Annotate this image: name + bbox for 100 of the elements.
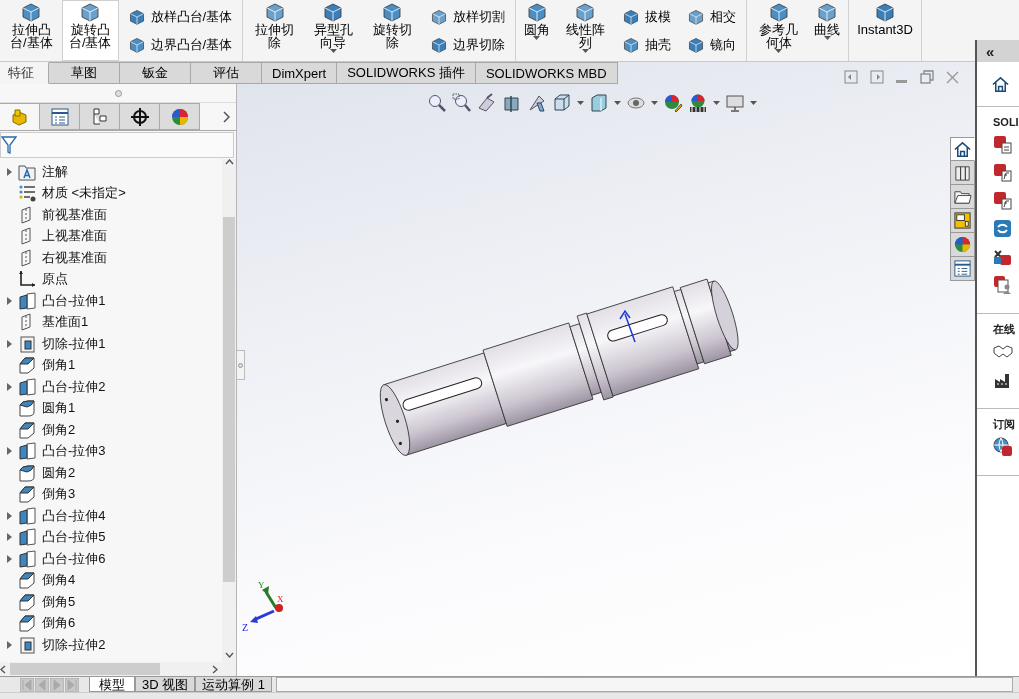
task-pane-tab[interactable] — [950, 137, 975, 161]
ribbon-button[interactable]: 镜向 — [684, 35, 740, 55]
tree-item[interactable]: 切除-拉伸2 — [42, 635, 106, 654]
tools-cube-icon[interactable] — [993, 247, 1013, 267]
restore-icon[interactable] — [920, 70, 934, 84]
tree-item[interactable]: 基准面1 — [42, 313, 89, 332]
appearance-pencil-icon[interactable] — [663, 93, 683, 113]
tile-left-icon[interactable] — [844, 70, 858, 84]
expand-arrow-icon[interactable] — [6, 296, 12, 305]
ribbon-button[interactable]: Instant3D — [852, 0, 918, 61]
command-tab[interactable]: 评估 — [191, 62, 262, 84]
ribbon-button[interactable]: 放样凸台/基体 — [124, 7, 236, 27]
cube-formula-icon[interactable] — [993, 191, 1013, 211]
tree-item[interactable]: 切除-拉伸1 — [42, 334, 106, 353]
caret-icon[interactable] — [577, 101, 584, 105]
tree-item[interactable]: 注解 — [42, 162, 68, 181]
tree-item[interactable]: 凸台-拉伸6 — [42, 549, 106, 568]
scrollbar-thumb[interactable] — [10, 663, 160, 675]
home-icon[interactable] — [991, 74, 1010, 94]
panel-tab[interactable] — [40, 103, 80, 130]
expand-arrow-icon[interactable] — [6, 447, 12, 456]
tree-item[interactable]: 上视基准面 — [42, 227, 107, 246]
tree-item[interactable]: 倒角4 — [42, 571, 76, 590]
tree-item[interactable]: 倒角6 — [42, 614, 76, 633]
chevron-right-icon[interactable] — [223, 110, 230, 123]
command-tab[interactable]: SOLIDWORKS 插件 — [337, 62, 476, 84]
expand-arrow-icon[interactable] — [6, 533, 12, 542]
ribbon-button[interactable]: 相交 — [684, 7, 740, 27]
previous-view-icon[interactable] — [477, 93, 497, 113]
ribbon-button[interactable]: 旋转凸台/基体 — [61, 0, 119, 61]
tree-item[interactable]: 凸台-拉伸1 — [42, 291, 106, 310]
chevron-right-icon[interactable] — [212, 664, 218, 674]
cube-document-icon[interactable] — [993, 135, 1013, 155]
caret-icon[interactable] — [533, 36, 541, 40]
ribbon-button[interactable]: 线性阵列 — [556, 0, 614, 61]
ribbon-button[interactable]: 边界切除 — [426, 35, 508, 55]
tree-item[interactable]: 倒角1 — [42, 356, 76, 375]
ribbon-button[interactable]: 异型孔向导 — [305, 0, 362, 61]
tree-item[interactable]: 圆角1 — [42, 399, 76, 418]
command-tab[interactable]: DimXpert — [262, 62, 338, 84]
globe-cube-icon[interactable] — [993, 437, 1013, 457]
tree-item[interactable]: 前视基准面 — [42, 205, 107, 224]
tree-item[interactable]: 原点 — [42, 270, 68, 289]
caret-icon[interactable] — [581, 49, 589, 53]
task-pane-tab[interactable] — [950, 209, 975, 233]
tree-item[interactable]: 倒角5 — [42, 592, 76, 611]
filter-icon[interactable] — [1, 135, 17, 155]
chevron-down-icon[interactable] — [224, 652, 234, 658]
monitor-icon[interactable] — [725, 93, 745, 113]
ribbon-button[interactable]: 抽壳 — [619, 35, 675, 55]
cube-person-icon[interactable] — [993, 275, 1013, 295]
grip-dot-icon[interactable] — [114, 89, 122, 97]
caret-icon[interactable] — [614, 101, 621, 105]
caret-icon[interactable] — [713, 101, 720, 105]
view-tab[interactable]: 运动算例 1 — [195, 677, 273, 692]
chevron-left-icon[interactable] — [0, 664, 6, 674]
expand-arrow-icon[interactable] — [6, 382, 12, 391]
dynamic-annotation-icon[interactable] — [527, 93, 547, 113]
task-pane-tab[interactable] — [950, 257, 975, 281]
command-tab[interactable]: 钣金 — [120, 62, 191, 84]
tile-right-icon[interactable] — [870, 70, 884, 84]
tree-item[interactable]: 凸台-拉伸4 — [42, 506, 106, 525]
expand-arrow-icon[interactable] — [6, 167, 12, 176]
section-view-icon[interactable] — [502, 93, 522, 113]
chevron-up-icon[interactable] — [224, 159, 234, 165]
caret-icon[interactable] — [651, 101, 658, 105]
ribbon-button[interactable]: 拉伸切除 — [246, 0, 303, 61]
command-tab[interactable]: 草图 — [49, 62, 120, 84]
caret-icon[interactable] — [775, 49, 783, 53]
expand-arrow-icon[interactable] — [6, 511, 12, 520]
sync-icon[interactable] — [993, 219, 1013, 239]
caret-icon[interactable] — [823, 36, 831, 40]
zoom-area-icon[interactable] — [452, 93, 472, 113]
ribbon-button[interactable]: 拔模 — [619, 7, 675, 27]
caret-icon[interactable] — [329, 49, 337, 53]
splitter-handle[interactable] — [237, 350, 245, 380]
tree-item[interactable]: 倒角3 — [42, 485, 76, 504]
view-orientation-icon[interactable] — [552, 93, 572, 113]
ribbon-button[interactable]: 拉伸凸台/基体 — [3, 0, 60, 61]
view-tab[interactable]: 3D 视图 — [135, 677, 196, 692]
collapse-button[interactable]: « — [977, 40, 1019, 62]
expand-arrow-icon[interactable] — [6, 339, 12, 348]
command-tab[interactable]: SOLIDWORKS MBD — [475, 62, 618, 84]
ribbon-button[interactable]: 圆角 — [518, 0, 555, 61]
ribbon-button[interactable]: 放样切割 — [426, 7, 508, 27]
tree-item[interactable]: 倒角2 — [42, 420, 76, 439]
cube-formula-icon[interactable] — [993, 163, 1013, 183]
view-tab[interactable]: 模型 — [89, 677, 135, 692]
ribbon-button[interactable]: 参考几何体 — [750, 0, 808, 61]
expand-arrow-icon[interactable] — [6, 640, 12, 649]
tree-item[interactable]: 凸台-拉伸2 — [42, 377, 106, 396]
command-tab[interactable]: 特征 — [0, 62, 49, 84]
scene-icon[interactable] — [688, 93, 708, 113]
tree-item[interactable]: 圆角2 — [42, 463, 76, 482]
ribbon-button[interactable]: 曲线 — [809, 0, 846, 61]
tree-item[interactable]: 凸台-拉伸5 — [42, 528, 106, 547]
ribbon-button[interactable]: 边界凸台/基体 — [124, 35, 236, 55]
panel-tab[interactable] — [120, 103, 160, 130]
caret-icon[interactable] — [750, 101, 757, 105]
expand-arrow-icon[interactable] — [6, 554, 12, 563]
